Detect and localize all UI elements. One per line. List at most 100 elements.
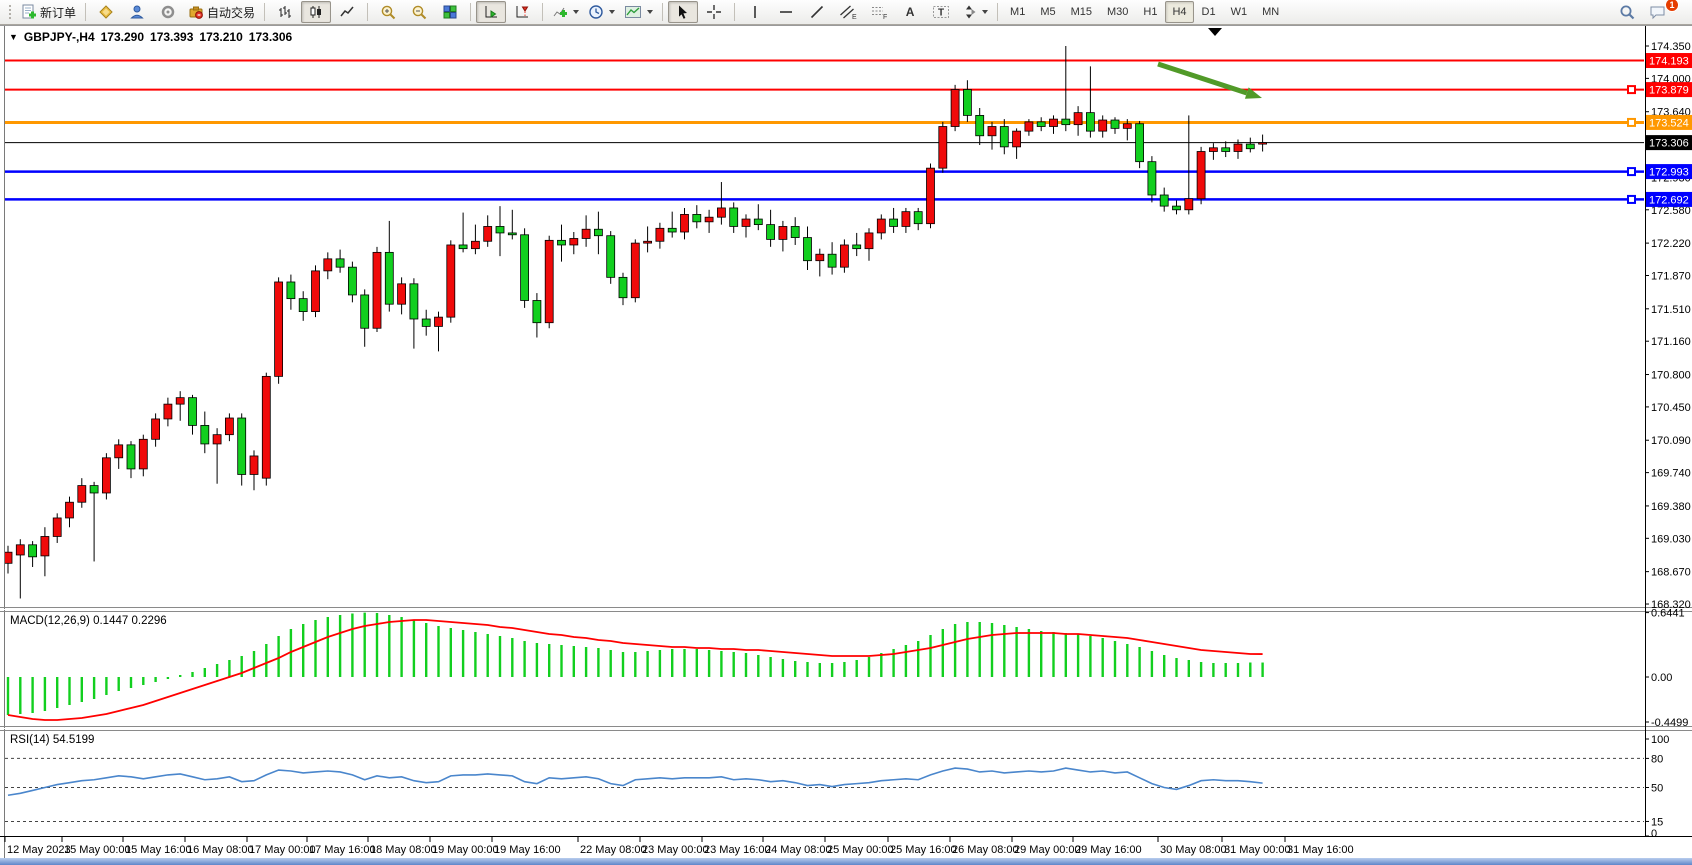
candle-up bbox=[1050, 119, 1058, 126]
time-tick-label: 17 May 00:00 bbox=[249, 844, 316, 856]
candle-up bbox=[644, 241, 652, 243]
candle-down bbox=[422, 319, 430, 326]
time-tick-label: 30 May 08:00 bbox=[1160, 844, 1227, 856]
candle-up bbox=[545, 240, 553, 322]
macd-tick-label: 0.6441 bbox=[1651, 608, 1685, 620]
candle-up bbox=[225, 418, 233, 435]
candle-down bbox=[521, 235, 529, 301]
time-tick-label: 12 May 2023 bbox=[7, 844, 71, 856]
candle-down bbox=[336, 259, 344, 267]
macd-tick-label: -0.4499 bbox=[1651, 717, 1688, 729]
time-tick-label: 23 May 00:00 bbox=[642, 844, 709, 856]
price-badge-label: 172.993 bbox=[1649, 167, 1689, 179]
macd-main-value: 0.1447 bbox=[93, 615, 128, 627]
candle-up bbox=[435, 317, 443, 326]
time-tick-label: 25 May 00:00 bbox=[827, 844, 894, 856]
candle-down bbox=[385, 252, 393, 304]
candle-up bbox=[1259, 143, 1267, 144]
candle-down bbox=[693, 214, 701, 221]
price-badge-label: 173.524 bbox=[1649, 117, 1689, 129]
candle-up bbox=[877, 219, 885, 233]
time-tick-label: 23 May 16:00 bbox=[704, 844, 771, 856]
candle-down bbox=[1136, 124, 1144, 162]
candle-down bbox=[828, 254, 836, 267]
candle-up bbox=[484, 226, 492, 241]
candle-down bbox=[1037, 122, 1045, 127]
candle-down bbox=[594, 229, 602, 235]
candle-down bbox=[361, 295, 369, 328]
candle-up bbox=[4, 552, 12, 563]
candle-down bbox=[459, 245, 467, 249]
time-tick-label: 29 May 16:00 bbox=[1075, 844, 1142, 856]
price-tick-label: 169.740 bbox=[1651, 468, 1691, 480]
time-tick-label: 15 May 00:00 bbox=[64, 844, 131, 856]
candle-down bbox=[1173, 206, 1181, 210]
macd-tick-label: 0.00 bbox=[1651, 672, 1672, 684]
chart-collapse-button[interactable]: ▼ bbox=[9, 32, 18, 42]
candle-up bbox=[152, 419, 160, 439]
price-tick-label: 171.870 bbox=[1651, 271, 1691, 283]
time-tick-label: 15 May 16:00 bbox=[125, 844, 192, 856]
candle-up bbox=[951, 89, 959, 126]
candle-up bbox=[927, 168, 935, 224]
price-tick-label: 171.510 bbox=[1651, 304, 1691, 316]
line-handle bbox=[1628, 196, 1635, 203]
candle-up bbox=[41, 536, 49, 555]
candle-up bbox=[570, 238, 578, 244]
candle-down bbox=[410, 284, 418, 319]
rsi-tick-label: 15 bbox=[1651, 816, 1663, 828]
candle-up bbox=[447, 245, 455, 317]
line-handle bbox=[1628, 168, 1635, 175]
candle-down bbox=[348, 267, 356, 295]
rsi-indicator-label: RSI(14) 54.5199 bbox=[10, 734, 94, 746]
price-tick-label: 170.090 bbox=[1651, 435, 1691, 447]
candle-down bbox=[299, 299, 307, 312]
price-tick-label: 170.450 bbox=[1651, 402, 1691, 414]
candle-down bbox=[127, 445, 135, 469]
candle-up bbox=[779, 226, 787, 239]
candle-down bbox=[90, 486, 98, 493]
chart-title: ▼ GBPJPY-,H4 173.290 173.393 173.210 173… bbox=[9, 30, 292, 44]
candle-down bbox=[619, 277, 627, 297]
candle-down bbox=[754, 219, 762, 225]
chart-canvas[interactable]: 174.350174.000173.640172.930172.580172.2… bbox=[0, 0, 1692, 865]
candle-down bbox=[914, 212, 922, 224]
macd-indicator-label: MACD(12,26,9) 0.1447 0.2296 bbox=[10, 615, 167, 627]
candle-up bbox=[840, 245, 848, 267]
candle-up bbox=[312, 271, 320, 312]
candle-up bbox=[656, 228, 664, 241]
window-bottom-strip bbox=[0, 858, 1692, 865]
candle-up bbox=[398, 284, 406, 304]
candle-up bbox=[1074, 113, 1082, 125]
line-handle bbox=[1628, 86, 1635, 93]
candle-up bbox=[631, 243, 639, 298]
time-tick-label: 17 May 16:00 bbox=[309, 844, 376, 856]
rsi-tick-label: 100 bbox=[1651, 734, 1669, 746]
time-tick-label: 26 May 08:00 bbox=[952, 844, 1019, 856]
candle-down bbox=[558, 240, 566, 245]
price-tick-label: 172.220 bbox=[1651, 238, 1691, 250]
candle-down bbox=[238, 418, 246, 474]
time-tick-label: 24 May 08:00 bbox=[765, 844, 832, 856]
candle-up bbox=[373, 252, 381, 328]
candle-down bbox=[668, 228, 676, 232]
candle-up bbox=[213, 435, 221, 444]
candle-up bbox=[865, 233, 873, 249]
candle-up bbox=[16, 545, 24, 555]
candle-up bbox=[902, 212, 910, 227]
line-handle bbox=[1628, 119, 1635, 126]
candle-up bbox=[78, 486, 86, 503]
candle-up bbox=[681, 214, 689, 232]
candle-down bbox=[607, 236, 615, 278]
time-tick-label: 19 May 16:00 bbox=[494, 844, 561, 856]
price-badge-label: 172.692 bbox=[1649, 194, 1689, 206]
symbol-period: GBPJPY-,H4 bbox=[24, 30, 95, 44]
candle-down bbox=[1148, 162, 1156, 195]
candle-down bbox=[791, 226, 799, 237]
time-tick-label: 19 May 00:00 bbox=[432, 844, 499, 856]
candle-up bbox=[1025, 122, 1033, 131]
candle-down bbox=[976, 115, 984, 135]
candle-up bbox=[1013, 131, 1021, 147]
macd-name: MACD(12,26,9) bbox=[10, 615, 90, 627]
time-tick-label: 25 May 16:00 bbox=[890, 844, 957, 856]
